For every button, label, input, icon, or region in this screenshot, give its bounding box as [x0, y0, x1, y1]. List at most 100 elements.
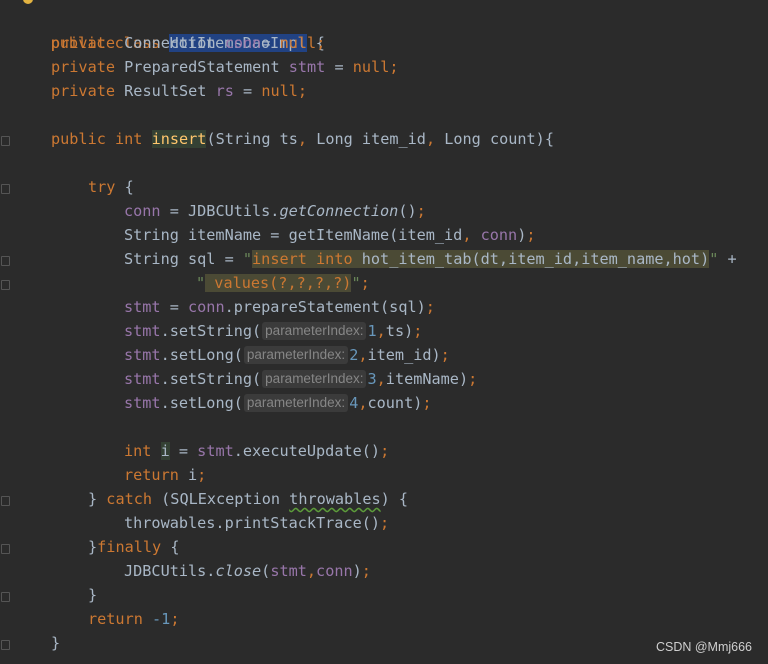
code-line-set-1[interactable]: stmt.setString(parameterIndex: 1,ts); — [124, 319, 422, 343]
code-text: item_id) — [367, 346, 441, 364]
code-text: .setLong( — [160, 346, 243, 364]
fold-marker-icon[interactable] — [1, 256, 10, 266]
code-text: Long count){ — [444, 130, 554, 148]
code-text: } — [88, 538, 98, 556]
code-line-method-end[interactable]: } — [51, 631, 60, 655]
code-line-catch[interactable]: } catch (SQLException throwables) { — [88, 487, 408, 511]
semicolon: ; — [380, 514, 390, 532]
semicolon: ; — [468, 370, 478, 388]
lightbulb-icon[interactable] — [23, 0, 33, 4]
string-quote: " — [196, 274, 206, 292]
semicolon: ; — [425, 298, 435, 316]
code-text: + — [718, 250, 737, 268]
sql-keyword: insert into — [252, 250, 362, 268]
fold-marker-icon[interactable] — [1, 496, 10, 506]
code-text: .setString( — [160, 370, 262, 388]
field-name: stmt — [124, 298, 161, 316]
keyword: private — [51, 58, 125, 76]
code-text: JDBCUtils. — [124, 562, 216, 580]
semicolon: ; — [316, 34, 326, 52]
semicolon: ; — [361, 562, 371, 580]
code-line-sql-1[interactable]: String sql = "insert into hot_item_tab(d… — [124, 247, 737, 271]
keyword: null — [279, 34, 317, 52]
type-name: Connection — [124, 34, 225, 52]
field-name: conn — [316, 562, 353, 580]
code-text: ts) — [385, 322, 414, 340]
code-line-class-decl[interactable]: public class HotItemsDaoImpl { — [14, 7, 325, 52]
semicolon: ; — [170, 610, 180, 628]
keyword: private — [51, 82, 125, 100]
code-line-close[interactable]: JDBCUtils.close(stmt,conn); — [124, 559, 371, 583]
code-editor[interactable]: public class HotItemsDaoImpl { private C… — [0, 0, 768, 664]
code-line-field-rs[interactable]: private ResultSet rs = null; — [51, 79, 307, 103]
number-literal: 4 — [349, 394, 359, 412]
parameter-hint: parameterIndex: — [243, 394, 349, 412]
number-literal: -1 — [152, 610, 171, 628]
code-line-field-stmt[interactable]: private PreparedStatement stmt = null; — [51, 55, 399, 79]
fold-marker-icon[interactable] — [1, 136, 10, 146]
code-line-field-conn[interactable]: private Connection conn= null; — [51, 31, 325, 55]
fold-marker-icon[interactable] — [1, 280, 10, 290]
field-name: stmt — [124, 394, 161, 412]
code-line-print-stack[interactable]: throwables.printStackTrace(); — [124, 511, 389, 535]
comma: , — [358, 394, 368, 412]
keyword: try — [88, 178, 116, 196]
semicolon: ; — [416, 202, 426, 220]
number-literal: 2 — [349, 346, 359, 364]
watermark: CSDN @Mmj666 — [655, 640, 752, 654]
editor-gutter — [0, 0, 14, 664]
code-line-get-connection[interactable]: conn = JDBCUtils.getConnection(); — [124, 199, 426, 223]
code-text: } — [88, 490, 107, 508]
code-text: i — [188, 466, 198, 484]
code-line-finally[interactable]: }finally { — [88, 535, 179, 559]
parameter-hint: parameterIndex: — [262, 322, 367, 340]
code-line-set-3[interactable]: stmt.setString(parameterIndex: 3,itemName… — [124, 367, 477, 391]
code-text: .executeUpdate() — [233, 442, 381, 460]
semicolon: ; — [413, 322, 423, 340]
type-name: ResultSet — [124, 82, 216, 100]
fold-marker-icon[interactable] — [1, 592, 10, 602]
code-text: } — [51, 634, 61, 652]
code-line-try[interactable]: try { — [88, 175, 134, 199]
variable-name: i — [160, 442, 170, 460]
code-line-execute[interactable]: int i = stmt.executeUpdate(); — [124, 439, 389, 463]
fold-marker-icon[interactable] — [1, 184, 10, 194]
code-text: String itemName = getItemName(item_id — [124, 226, 463, 244]
code-text: = — [169, 442, 198, 460]
code-text: (String ts — [206, 130, 298, 148]
fold-marker-icon[interactable] — [1, 640, 10, 650]
fold-marker-icon[interactable] — [1, 544, 10, 554]
code-line-item-name[interactable]: String itemName = getItemName(item_id, c… — [124, 223, 536, 247]
code-text: ) { — [380, 490, 409, 508]
code-line-return-i[interactable]: return i; — [124, 463, 206, 487]
code-text: { — [161, 538, 180, 556]
code-text: } — [88, 586, 98, 604]
field-name: stmt — [124, 346, 161, 364]
code-line-set-4[interactable]: stmt.setLong(parameterIndex: 4,count); — [124, 391, 432, 415]
warning-identifier: throwables — [289, 490, 381, 508]
field-name: stmt — [288, 58, 326, 76]
code-text: (SQLException — [152, 490, 290, 508]
keyword: return — [88, 610, 153, 628]
code-text: .setString( — [160, 322, 262, 340]
field-name: stmt — [124, 322, 161, 340]
code-line-set-2[interactable]: stmt.setLong(parameterIndex: 2,item_id); — [124, 343, 450, 367]
field-name: stmt — [124, 370, 161, 388]
code-line-close-brace[interactable]: } — [88, 583, 97, 607]
code-text: = — [325, 58, 353, 76]
keyword: public int — [51, 130, 152, 148]
semicolon: ; — [440, 346, 450, 364]
code-line-sql-2[interactable]: " values(?,?,?,?)"; — [196, 271, 370, 295]
code-text: String sql = — [124, 250, 243, 268]
parameter-hint: parameterIndex: — [243, 346, 349, 364]
method-name: insert — [151, 130, 207, 148]
comma: , — [376, 322, 386, 340]
code-text: = — [160, 298, 189, 316]
keyword: int — [124, 442, 161, 460]
code-line-method-decl[interactable]: public int insert(String ts, Long item_i… — [51, 127, 554, 151]
field-name: stmt — [270, 562, 307, 580]
code-line-return-neg[interactable]: return -1; — [88, 607, 179, 631]
keyword: null — [352, 58, 390, 76]
code-line-prepare[interactable]: stmt = conn.prepareStatement(sql); — [124, 295, 435, 319]
field-name: conn — [480, 226, 518, 244]
